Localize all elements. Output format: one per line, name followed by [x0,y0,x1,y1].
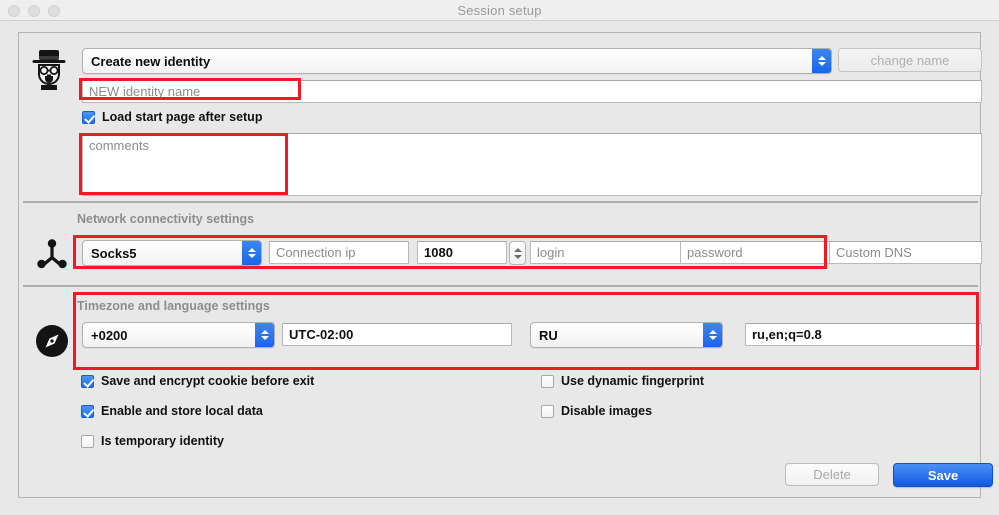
delete-label: Delete [813,467,851,482]
dynamic-fingerprint-checkbox[interactable]: Use dynamic fingerprint [541,374,704,388]
utc-offset-field[interactable]: UTC-02:00 [282,323,512,346]
disable-images-checkbox[interactable]: Disable images [541,404,652,418]
identity-name-input[interactable]: NEW identity name [82,80,982,103]
identity-profile-select[interactable]: Create new identity [82,48,832,74]
port-stepper[interactable] [509,241,526,265]
connection-ip-input[interactable]: Connection ip [269,241,409,264]
identity-profile-value: Create new identity [91,53,211,69]
network-section-title: Network connectivity settings [77,212,255,226]
utc-offset-value: UTC-02:00 [289,327,354,342]
comments-placeholder: comments [89,138,149,153]
checkbox-box[interactable] [81,404,94,418]
load-start-page-checkbox[interactable]: Load start page after setup [82,110,262,124]
network-nodes-icon [31,236,73,272]
enable-local-data-checkbox[interactable]: Enable and store local data [81,404,263,418]
proxy-password-placeholder: password [687,245,743,260]
chevron-updown-icon[interactable] [255,323,274,347]
window-titlebar: Session setup [0,0,999,21]
custom-dns-input[interactable]: Custom DNS [829,241,982,264]
proxy-type-value: Socks5 [91,245,137,261]
chevron-updown-icon[interactable] [812,49,831,73]
accept-language-input[interactable]: ru,en;q=0.8 [745,323,982,346]
timezone-offset-select[interactable]: +0200 [82,322,275,348]
connection-ip-placeholder: Connection ip [276,245,356,260]
accept-language-value: ru,en;q=0.8 [752,327,822,342]
save-button[interactable]: Save [893,463,993,487]
enable-local-data-label: Enable and store local data [101,404,263,418]
timezone-offset-value: +0200 [91,327,128,343]
checkbox-box[interactable] [82,110,95,124]
chevron-updown-icon[interactable] [242,241,261,265]
proxy-password-input[interactable]: password [680,241,840,264]
language-select[interactable]: RU [530,322,723,348]
change-name-button[interactable]: change name [838,48,982,72]
language-value: RU [539,327,558,343]
temporary-identity-label: Is temporary identity [101,434,224,448]
proxy-login-input[interactable]: login [530,241,690,264]
disable-images-label: Disable images [561,404,653,418]
session-setup-window: Session setup Create new identity change… [0,0,999,515]
save-encrypt-cookie-label: Save and encrypt cookie before exit [101,374,315,388]
checkbox-box[interactable] [81,434,94,448]
heisenberg-avatar-icon [25,45,73,95]
save-label: Save [927,467,959,483]
checkbox-box[interactable] [541,404,554,418]
temporary-identity-checkbox[interactable]: Is temporary identity [81,434,224,448]
dynamic-fingerprint-label: Use dynamic fingerprint [561,374,705,388]
comments-textarea[interactable]: comments [82,133,982,196]
section-divider-locale [23,285,978,287]
load-start-page-label: Load start page after setup [102,110,263,124]
compass-icon [31,321,73,361]
delete-button[interactable]: Delete [785,463,879,486]
chevron-updown-icon[interactable] [703,323,722,347]
change-name-label: change name [870,52,950,68]
section-divider-network [23,201,978,203]
window-title: Session setup [457,3,542,18]
proxy-login-placeholder: login [537,245,565,260]
port-value: 1080 [424,245,453,260]
checkbox-box[interactable] [81,374,94,388]
port-input[interactable]: 1080 [417,241,507,264]
save-encrypt-cookie-checkbox[interactable]: Save and encrypt cookie before exit [81,374,314,388]
custom-dns-placeholder: Custom DNS [836,245,912,260]
checkbox-box[interactable] [541,374,554,388]
proxy-type-select[interactable]: Socks5 [82,240,262,266]
settings-panel: Create new identity change name NEW iden… [18,32,993,498]
locale-section-title: Timezone and language settings [77,299,270,313]
identity-name-placeholder: NEW identity name [89,84,201,99]
